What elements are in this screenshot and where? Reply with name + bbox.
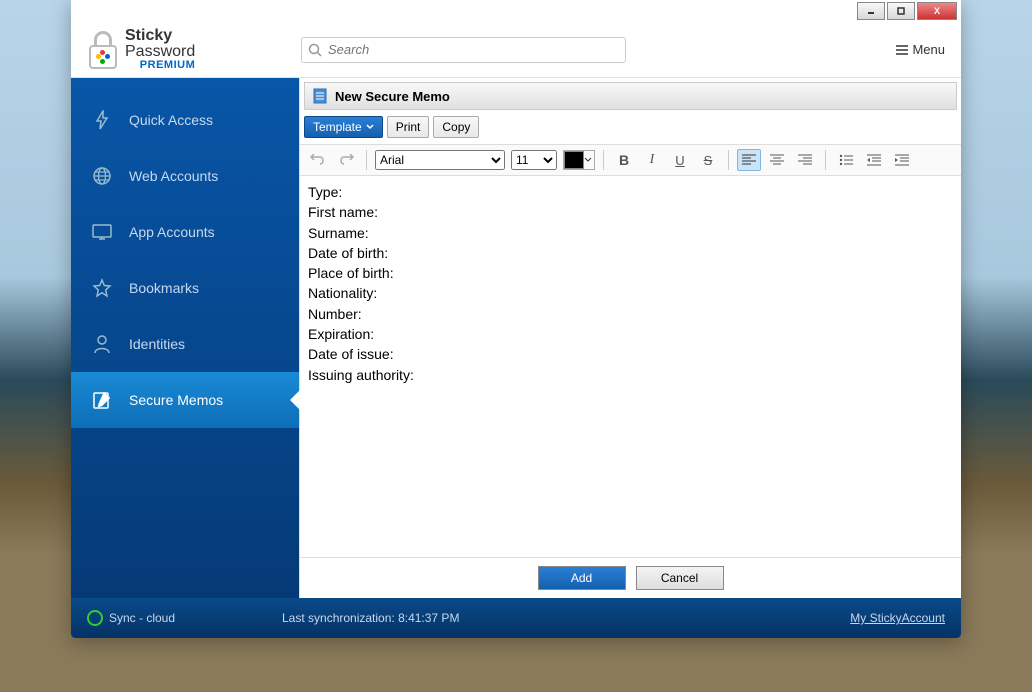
header: Sticky Password PREMIUM Menu [71, 22, 961, 78]
template-dropdown[interactable]: Template [304, 116, 383, 138]
undo-button[interactable] [306, 149, 330, 171]
align-right-button[interactable] [793, 149, 817, 171]
logo-line2: Password [125, 44, 195, 60]
editor-line: Expiration: [308, 324, 953, 344]
sidebar-item-label: Bookmarks [129, 280, 199, 296]
last-sync-label: Last synchronization: 8:41:37 PM [282, 611, 850, 625]
editor-line: Place of birth: [308, 263, 953, 283]
sidebar: Quick Access Web Accounts App Accounts B… [71, 78, 299, 598]
font-select[interactable]: Arial [375, 150, 505, 170]
maximize-button[interactable] [887, 2, 915, 20]
sync-icon [87, 610, 103, 626]
copy-button[interactable]: Copy [433, 116, 479, 138]
sidebar-item-web-accounts[interactable]: Web Accounts [71, 148, 299, 204]
indent-button[interactable] [890, 149, 914, 171]
edit-icon [89, 390, 115, 410]
hamburger-icon [896, 45, 908, 55]
add-button[interactable]: Add [538, 566, 626, 590]
sidebar-item-label: Web Accounts [129, 168, 218, 184]
editor-line: Number: [308, 304, 953, 324]
editor-line: Date of birth: [308, 243, 953, 263]
sidebar-item-bookmarks[interactable]: Bookmarks [71, 260, 299, 316]
menu-button[interactable]: Menu [896, 42, 945, 57]
strikethrough-button[interactable]: S [696, 149, 720, 171]
app-window: X Sticky Password PREMIUM [71, 0, 961, 638]
editor-line: Issuing authority: [308, 365, 953, 385]
person-icon [89, 334, 115, 354]
sidebar-item-secure-memos[interactable]: Secure Memos [71, 372, 299, 428]
sidebar-item-label: Quick Access [129, 112, 213, 128]
sync-label: Sync - cloud [109, 611, 175, 625]
sync-status[interactable]: Sync - cloud [87, 610, 282, 626]
sidebar-item-quick-access[interactable]: Quick Access [71, 92, 299, 148]
search-icon [308, 43, 322, 57]
action-toolbar: Template Print Copy [300, 110, 961, 144]
editor-line: Date of issue: [308, 344, 953, 364]
sidebar-item-identities[interactable]: Identities [71, 316, 299, 372]
bullet-list-button[interactable] [834, 149, 858, 171]
color-swatch [564, 151, 584, 169]
editor-line: First name: [308, 202, 953, 222]
search-box[interactable] [301, 37, 626, 63]
sidebar-item-app-accounts[interactable]: App Accounts [71, 204, 299, 260]
panel-title: New Secure Memo [335, 89, 450, 104]
lock-icon [87, 31, 119, 69]
editor-line: Nationality: [308, 283, 953, 303]
print-button[interactable]: Print [387, 116, 430, 138]
bold-button[interactable]: B [612, 149, 636, 171]
app-logo: Sticky Password PREMIUM [87, 28, 287, 71]
chevron-down-icon [366, 124, 374, 130]
titlebar: X [71, 0, 961, 22]
dialog-buttons: Add Cancel [300, 557, 961, 598]
globe-icon [89, 166, 115, 186]
sidebar-item-label: Secure Memos [129, 392, 223, 408]
align-center-button[interactable] [765, 149, 789, 171]
editor-line: Surname: [308, 223, 953, 243]
my-account-link[interactable]: My StickyAccount [850, 611, 945, 625]
align-left-button[interactable] [737, 149, 761, 171]
editor-area[interactable]: Type:First name:Surname:Date of birth:Pl… [300, 176, 961, 557]
color-picker[interactable] [563, 150, 595, 170]
cancel-button[interactable]: Cancel [636, 566, 724, 590]
minimize-button[interactable] [857, 2, 885, 20]
menu-label: Menu [912, 42, 945, 57]
close-button[interactable]: X [917, 2, 957, 20]
lightning-icon [89, 110, 115, 130]
content: New Secure Memo Template Print Copy Aria… [299, 78, 961, 598]
outdent-button[interactable] [862, 149, 886, 171]
editor-line: Type: [308, 182, 953, 202]
sidebar-item-label: App Accounts [129, 224, 215, 240]
panel-title-bar: New Secure Memo [304, 82, 957, 110]
star-icon [89, 278, 115, 298]
logo-line3: PREMIUM [125, 60, 195, 71]
search-input[interactable] [328, 42, 619, 57]
italic-button[interactable]: I [640, 149, 664, 171]
chevron-down-icon [584, 157, 592, 163]
monitor-icon [89, 223, 115, 241]
status-bar: Sync - cloud Last synchronization: 8:41:… [71, 598, 961, 638]
logo-line1: Sticky [125, 28, 195, 44]
format-toolbar: Arial 11 B I U S [300, 144, 961, 176]
redo-button[interactable] [334, 149, 358, 171]
sidebar-item-label: Identities [129, 336, 185, 352]
main: Quick Access Web Accounts App Accounts B… [71, 78, 961, 598]
document-icon [313, 88, 327, 104]
underline-button[interactable]: U [668, 149, 692, 171]
size-select[interactable]: 11 [511, 150, 557, 170]
